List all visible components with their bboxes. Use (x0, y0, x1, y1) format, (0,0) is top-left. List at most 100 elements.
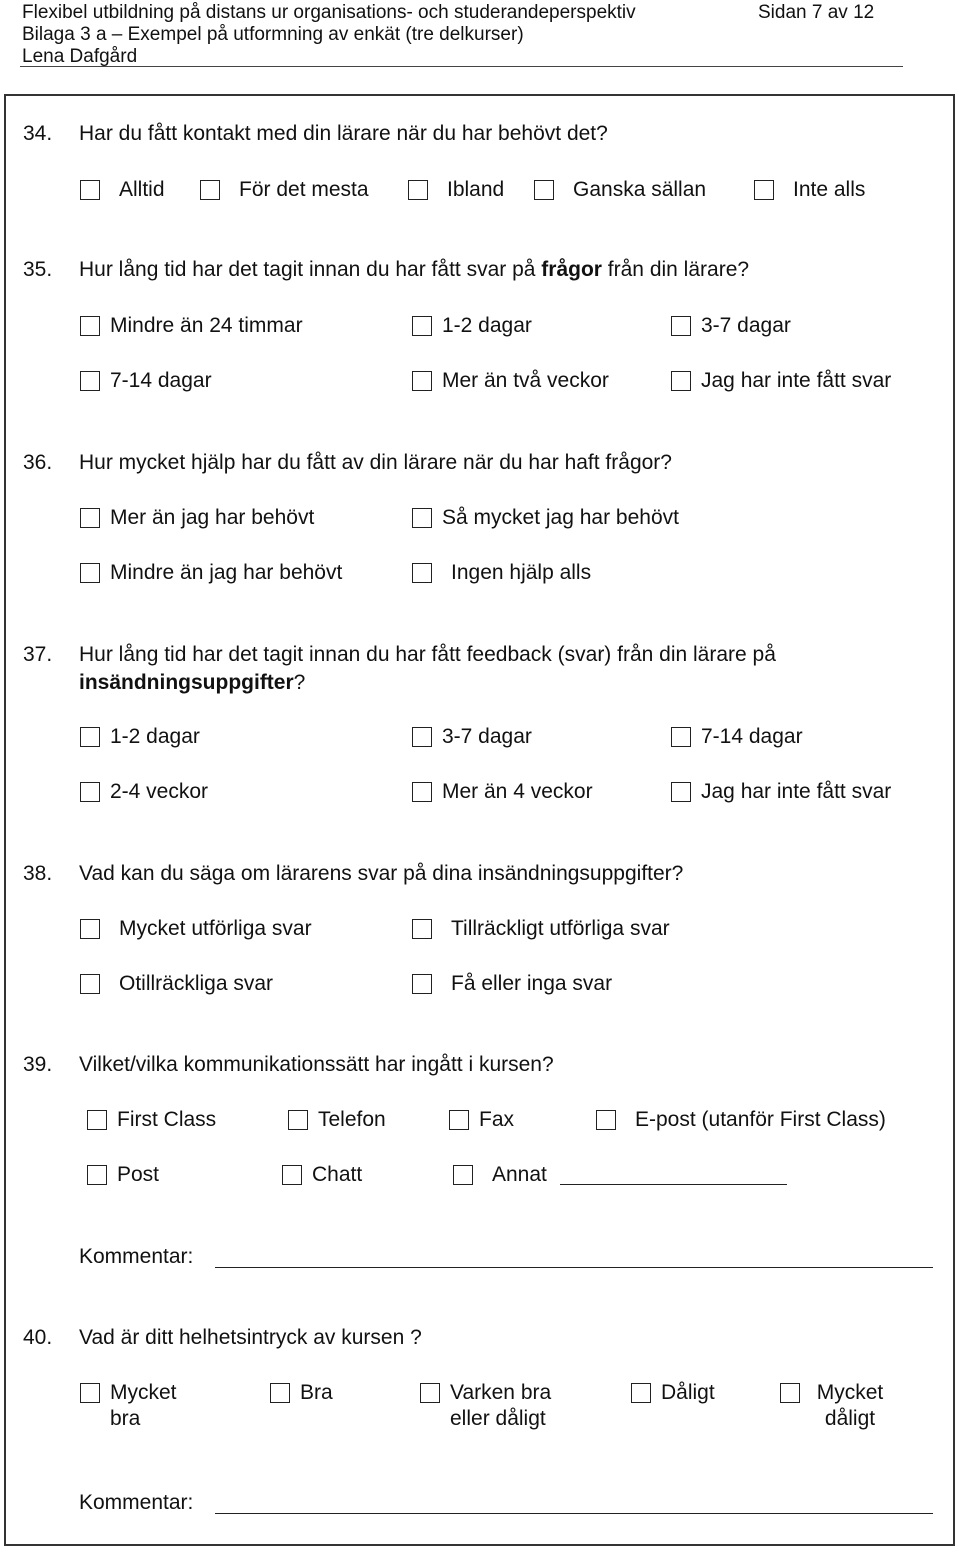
option-3-7-dagar[interactable]: 3-7 dagar (412, 724, 532, 750)
question-text-part: Hur lång tid har det tagit innan du har … (79, 258, 542, 281)
checkbox[interactable] (80, 508, 100, 528)
checkbox[interactable] (408, 180, 428, 200)
option-daligt[interactable]: Dåligt (631, 1380, 715, 1406)
option-label: Jag har inte fått svar (701, 780, 892, 803)
comment-label: Kommentar: (79, 1245, 194, 1268)
option-2-4-veckor[interactable]: 2-4 veckor (80, 779, 208, 805)
option-1-2-dagar[interactable]: 1-2 dagar (412, 313, 532, 339)
annat-input-line[interactable] (560, 1184, 787, 1185)
option-label: Få eller inga svar (451, 972, 613, 995)
checkbox[interactable] (596, 1110, 616, 1130)
question-text-emphasis: frågor (541, 258, 602, 281)
checkbox[interactable] (412, 371, 432, 391)
checkbox[interactable] (412, 508, 432, 528)
checkbox[interactable] (80, 919, 100, 939)
checkbox[interactable] (671, 371, 691, 391)
comment-input-line[interactable] (215, 1267, 933, 1268)
option-label: Mer än 4 veckor (442, 780, 593, 803)
option-jag-har-inte-fatt-svar[interactable]: Jag har inte fått svar (671, 779, 891, 805)
checkbox[interactable] (412, 919, 432, 939)
option-telefon[interactable]: Telefon (288, 1107, 386, 1133)
page-number: Sidan 7 av 12 (758, 2, 875, 23)
option-post[interactable]: Post (87, 1162, 159, 1188)
checkbox[interactable] (671, 727, 691, 747)
checkbox[interactable] (671, 782, 691, 802)
option-label: Mer än jag har behövt (110, 506, 315, 529)
checkbox[interactable] (780, 1383, 800, 1403)
option-inte-alls[interactable]: Inte alls (754, 177, 865, 203)
checkbox[interactable] (270, 1383, 290, 1403)
option-7-14-dagar[interactable]: 7-14 dagar (671, 724, 803, 750)
comment-input-line[interactable] (215, 1513, 933, 1514)
option-alltid[interactable]: Alltid (80, 177, 165, 203)
option-annat[interactable]: Annat (453, 1162, 547, 1188)
question-text: Vad kan du säga om lärarens svar på dina… (79, 862, 684, 885)
checkbox[interactable] (420, 1383, 440, 1403)
checkbox[interactable] (534, 180, 554, 200)
checkbox[interactable] (87, 1110, 107, 1130)
checkbox[interactable] (288, 1110, 308, 1130)
option-fa-eller-inga-svar[interactable]: Få eller inga svar (412, 971, 612, 997)
option-mer-an-jag-har-behovt[interactable]: Mer än jag har behövt (80, 505, 314, 531)
option-e-post[interactable]: E-post (utanför First Class) (596, 1107, 886, 1133)
option-tillrackligt-utforliga-svar[interactable]: Tillräckligt utförliga svar (412, 916, 670, 942)
option-jag-har-inte-fatt-svar[interactable]: Jag har inte fått svar (671, 368, 891, 394)
checkbox[interactable] (412, 563, 432, 583)
option-first-class[interactable]: First Class (87, 1107, 216, 1133)
checkbox[interactable] (449, 1110, 469, 1130)
option-label: Tillräckligt utförliga svar (451, 917, 670, 940)
question-number: 36. (23, 451, 53, 474)
option-fax[interactable]: Fax (449, 1107, 514, 1133)
option-chatt[interactable]: Chatt (282, 1162, 362, 1188)
option-ibland[interactable]: Ibland (408, 177, 504, 203)
option-ganska-sallan[interactable]: Ganska sällan (534, 177, 706, 203)
checkbox[interactable] (200, 180, 220, 200)
option-sa-mycket-jag-har-behovt[interactable]: Så mycket jag har behövt (412, 505, 679, 531)
option-mer-an-4-veckor[interactable]: Mer än 4 veckor (412, 779, 593, 805)
checkbox[interactable] (754, 180, 774, 200)
checkbox[interactable] (412, 782, 432, 802)
checkbox[interactable] (80, 563, 100, 583)
checkbox[interactable] (80, 727, 100, 747)
checkbox[interactable] (80, 1383, 100, 1403)
option-mycket-bra[interactable]: Mycket bra (80, 1380, 210, 1432)
checkbox[interactable] (412, 974, 432, 994)
option-label: 2-4 veckor (110, 780, 209, 803)
option-mycket-utforliga-svar[interactable]: Mycket utförliga svar (80, 916, 312, 942)
checkbox[interactable] (80, 180, 100, 200)
checkbox[interactable] (87, 1165, 107, 1185)
checkbox[interactable] (453, 1165, 473, 1185)
option-1-2-dagar[interactable]: 1-2 dagar (80, 724, 200, 750)
option-ingen-hjalp-alls[interactable]: Ingen hjälp alls (412, 560, 591, 586)
question-text: Hur lång tid har det tagit innan du har … (79, 257, 749, 283)
option-7-14-dagar[interactable]: 7-14 dagar (80, 368, 212, 394)
option-for-det-mesta[interactable]: För det mesta (200, 177, 369, 203)
checkbox[interactable] (80, 316, 100, 336)
option-label: 7-14 dagar (701, 725, 803, 748)
option-3-7-dagar[interactable]: 3-7 dagar (671, 313, 791, 339)
checkbox[interactable] (671, 316, 691, 336)
option-mindre-an-jag-har-behovt[interactable]: Mindre än jag har behövt (80, 560, 342, 586)
option-mer-an-tva-veckor[interactable]: Mer än två veckor (412, 368, 609, 394)
option-mycket-daligt[interactable]: Mycket dåligt (780, 1380, 910, 1432)
question-text: Hur mycket hjälp har du fått av din lära… (79, 451, 672, 474)
option-label: Inte alls (793, 178, 866, 201)
checkbox[interactable] (80, 974, 100, 994)
question-text: Hur lång tid har det tagit innan du har … (79, 643, 776, 666)
checkbox[interactable] (282, 1165, 302, 1185)
option-label: 3-7 dagar (701, 314, 791, 337)
option-label: Dåligt (661, 1381, 715, 1404)
option-bra[interactable]: Bra (270, 1380, 333, 1406)
option-varken-bra-eller-daligt[interactable]: Varken bra eller dåligt (420, 1380, 590, 1432)
checkbox[interactable] (412, 316, 432, 336)
option-mindre-an-24-timmar[interactable]: Mindre än 24 timmar (80, 313, 303, 339)
checkbox[interactable] (412, 727, 432, 747)
checkbox[interactable] (631, 1383, 651, 1403)
option-label: 3-7 dagar (442, 725, 532, 748)
option-otillrackliga-svar[interactable]: Otillräckliga svar (80, 971, 273, 997)
question-number: 38. (23, 862, 53, 885)
document-subtitle: Bilaga 3 a – Exempel på utformning av en… (22, 24, 524, 45)
checkbox[interactable] (80, 371, 100, 391)
question-text-continued: insändningsuppgifter? (79, 670, 305, 696)
checkbox[interactable] (80, 782, 100, 802)
